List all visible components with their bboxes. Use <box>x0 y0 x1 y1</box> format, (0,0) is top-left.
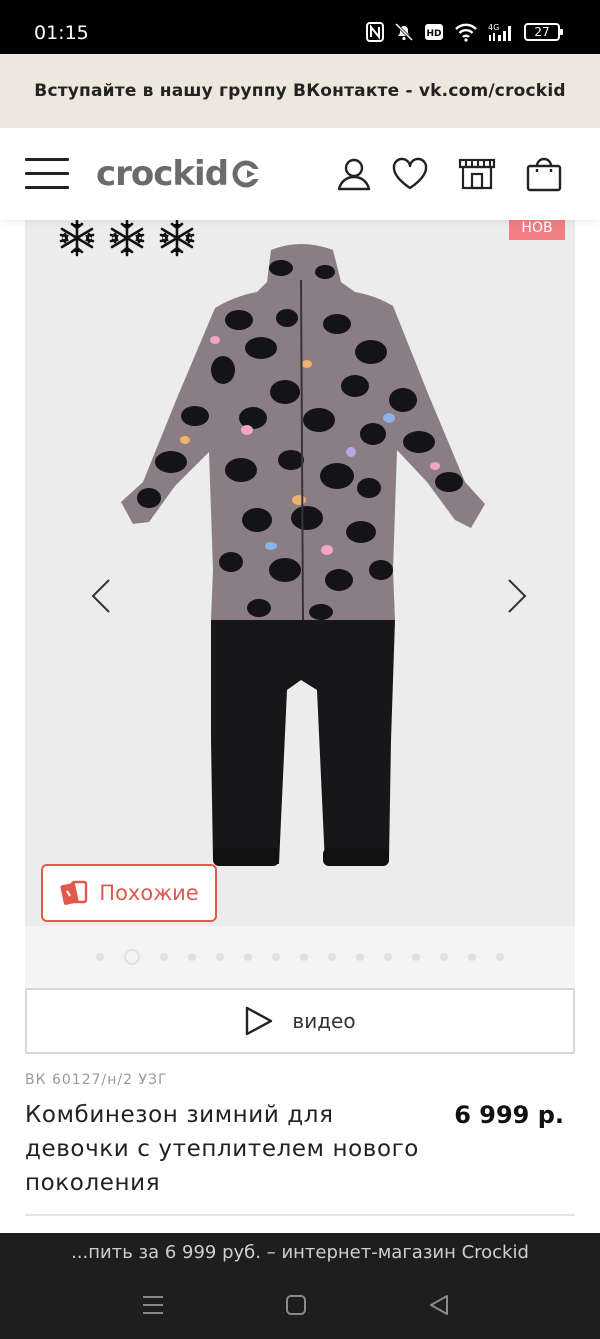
system-nav-bar <box>0 1271 600 1339</box>
divider <box>25 1214 575 1216</box>
pagination-dot[interactable] <box>468 953 476 961</box>
pagination-dot[interactable] <box>188 953 196 961</box>
pagination-dot[interactable] <box>384 953 392 961</box>
video-label: видео <box>292 1009 356 1033</box>
account-icon[interactable] <box>334 154 374 194</box>
recent-apps-icon[interactable] <box>139 1291 167 1319</box>
pagination-dot[interactable] <box>496 953 504 961</box>
pagination-dot[interactable] <box>272 953 280 961</box>
play-icon <box>246 1006 273 1036</box>
pagination-dot[interactable] <box>356 953 364 961</box>
pagination-dot[interactable] <box>96 953 104 961</box>
site-header: crockid <box>0 128 600 220</box>
favorites-icon[interactable] <box>390 154 430 194</box>
hd-icon: HD <box>425 24 443 40</box>
pagination-dot[interactable] <box>328 953 336 961</box>
product-title: Комбинезон зимний для девочки с утеплите… <box>25 1102 419 1196</box>
similar-label: Похожие <box>99 881 199 905</box>
suit-bottom <box>211 620 395 864</box>
promo-text[interactable]: Вступайте в нашу группу ВКонтакте - vk.c… <box>34 81 565 101</box>
status-time: 01:15 <box>34 22 89 44</box>
product-price: 6 999 р. <box>454 1101 564 1129</box>
product-image <box>121 244 485 866</box>
store-icon[interactable] <box>457 154 497 194</box>
gallery-pagination[interactable] <box>25 926 575 988</box>
pagination-dot[interactable] <box>244 953 252 961</box>
battery-icon: 27 <box>524 23 563 41</box>
back-icon[interactable] <box>425 1291 453 1319</box>
cart-icon[interactable] <box>524 154 564 194</box>
logo-text: crockid <box>96 154 229 194</box>
svg-text:HD: HD <box>426 29 441 39</box>
pagination-dot[interactable] <box>440 953 448 961</box>
svg-text:4G: 4G <box>488 23 499 32</box>
browser-url-text[interactable]: ...пить за 6 999 руб. – интернет-магазин… <box>71 1242 529 1263</box>
pagination-dot[interactable] <box>300 953 308 961</box>
pagination-dot[interactable] <box>160 953 168 961</box>
menu-icon[interactable] <box>25 158 69 190</box>
nfc-icon <box>366 22 384 42</box>
similar-button[interactable]: Похожие <box>41 864 217 922</box>
video-button[interactable]: видео <box>25 988 575 1054</box>
next-image-arrow-icon[interactable] <box>505 576 529 616</box>
pagination-dot[interactable] <box>412 953 420 961</box>
home-icon[interactable] <box>282 1291 310 1319</box>
product-gallery[interactable]: НОВ Похожие <box>25 220 575 926</box>
logo-mark-icon <box>232 160 261 188</box>
signal-4g-icon: 4G <box>488 23 511 41</box>
wifi-icon <box>455 23 477 42</box>
prev-image-arrow-icon[interactable] <box>89 576 113 616</box>
mute-icon <box>394 22 414 42</box>
status-bar: 01:15 HD 4G 27 <box>0 0 600 54</box>
promo-banner[interactable]: Вступайте в нашу группу ВКонтакте - vk.c… <box>0 54 600 128</box>
logo[interactable]: crockid <box>96 152 261 196</box>
browser-url-bar[interactable]: ...пить за 6 999 руб. – интернет-магазин… <box>0 1233 600 1271</box>
status-icons: HD 4G 27 <box>366 20 563 44</box>
pagination-dot-active[interactable] <box>124 949 140 965</box>
similar-cards-icon <box>60 880 88 905</box>
pagination-dot[interactable] <box>216 953 224 961</box>
product-sku: ВК 60127/н/2 УЗГ <box>25 1072 168 1088</box>
